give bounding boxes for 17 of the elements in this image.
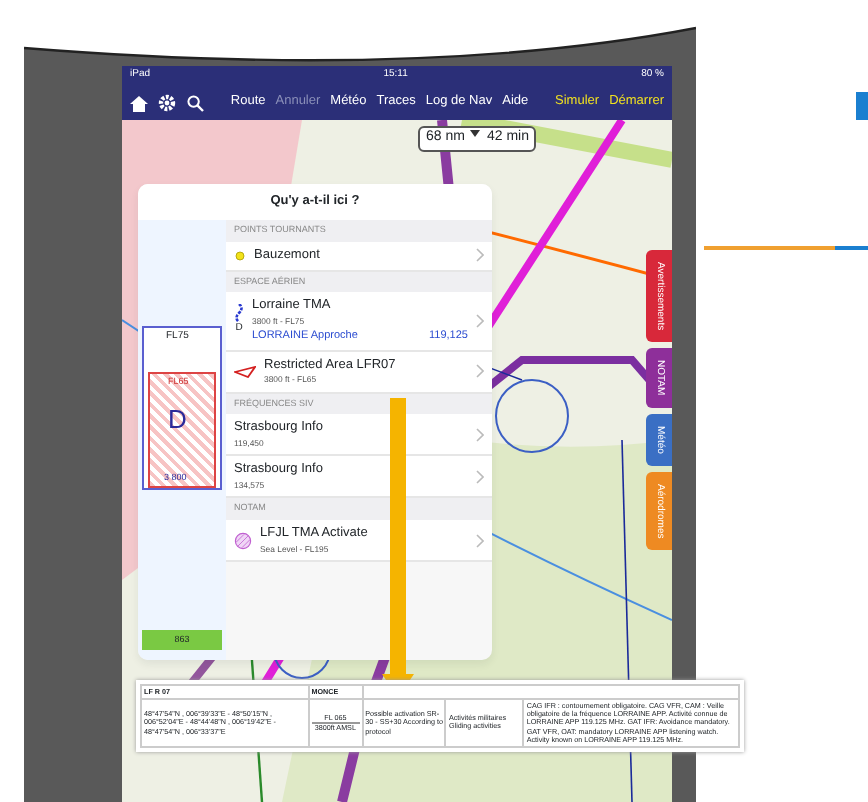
airspace-icon (234, 304, 244, 323)
logo-icon (856, 92, 868, 120)
search-icon (186, 93, 204, 111)
restricted-zone-block (148, 372, 216, 488)
home-icon (130, 93, 148, 111)
waypoint-icon (234, 249, 246, 262)
chevron-icon (476, 469, 484, 484)
caret-icon (470, 128, 481, 138)
settings-icon (158, 93, 176, 111)
chevron-icon (476, 364, 484, 379)
chevron-icon (476, 313, 484, 328)
airspace-class-label: D (168, 402, 187, 438)
restricted-area-icon (234, 365, 256, 378)
chevron-icon (476, 533, 484, 548)
notam-icon (234, 531, 252, 550)
chevron-icon (476, 427, 484, 442)
chevron-icon (476, 248, 484, 263)
